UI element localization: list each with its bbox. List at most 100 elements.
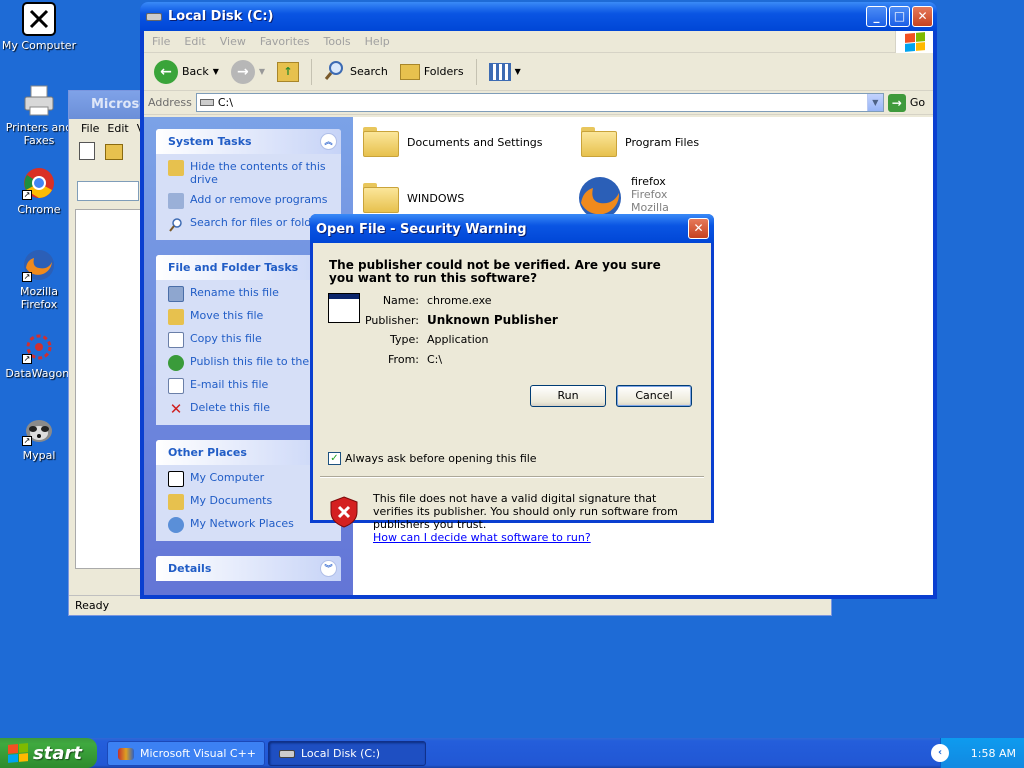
chrome-icon: ↗ xyxy=(22,166,56,200)
menu-help[interactable]: Help xyxy=(365,35,390,48)
panel-title: System Tasks xyxy=(168,135,252,148)
dropdown-arrow-icon: ▼ xyxy=(514,67,521,76)
desktop-icon-chrome[interactable]: ↗ Chrome xyxy=(1,166,77,216)
dialog-title: Open File - Security Warning xyxy=(316,222,527,237)
folder-item[interactable]: Documents and Settings xyxy=(363,127,543,157)
always-ask-checkbox[interactable]: ✓ Always ask before opening this file xyxy=(328,452,537,465)
menu-edit[interactable]: Edit xyxy=(107,122,128,136)
maximize-button[interactable]: □ xyxy=(889,6,910,27)
new-file-icon[interactable] xyxy=(79,142,95,160)
prop-label: Type: xyxy=(390,333,419,347)
desktop-icon-printers[interactable]: Printers and Faxes xyxy=(1,84,77,147)
prop-label: Publisher: xyxy=(364,313,419,327)
place-my-computer[interactable]: My Computer xyxy=(168,471,331,487)
task-rename[interactable]: Rename this file xyxy=(168,286,331,302)
show-hidden-icons-chevron-icon[interactable]: ‹ xyxy=(931,744,949,762)
globe-icon xyxy=(168,355,184,371)
checkbox-check-icon[interactable]: ✓ xyxy=(328,452,341,465)
open-folder-icon[interactable] xyxy=(105,144,123,160)
task-label: E-mail this file xyxy=(190,378,269,391)
drive-icon xyxy=(199,99,214,106)
file-company: Mozilla xyxy=(631,201,669,214)
details-panel: Details ︾ xyxy=(156,556,341,581)
desktop-icon-my-computer[interactable]: My Computer xyxy=(1,2,77,52)
minimize-button[interactable]: _ xyxy=(866,6,887,27)
clock[interactable]: 1:58 AM xyxy=(971,747,1016,760)
close-button[interactable]: ✕ xyxy=(912,6,933,27)
firefox-icon: ↗ xyxy=(22,248,56,282)
place-my-network[interactable]: My Network Places xyxy=(168,517,331,533)
menu-file[interactable]: File xyxy=(152,35,170,48)
cancel-button[interactable]: Cancel xyxy=(616,385,692,407)
prop-row-name: Name: chrome.exe xyxy=(363,291,558,311)
search-button[interactable]: Search xyxy=(320,57,392,86)
task-hide-contents[interactable]: Hide the contents of this drive xyxy=(168,160,331,186)
printer-icon xyxy=(22,84,56,118)
address-input[interactable]: C:\ ▼ xyxy=(195,93,884,112)
folders-button[interactable]: Folders xyxy=(396,62,468,82)
my-computer-icon xyxy=(22,2,56,36)
task-move[interactable]: Move this file xyxy=(168,309,331,325)
windows-logo-icon xyxy=(895,31,933,53)
collapse-chevron-icon[interactable]: ︽ xyxy=(320,133,337,150)
taskbar-item-visual-cpp[interactable]: Microsoft Visual C++ xyxy=(107,741,265,766)
desktop-icon-label: DataWagon. xyxy=(5,367,73,380)
delete-x-icon: ✕ xyxy=(169,400,183,418)
expand-chevron-icon[interactable]: ︾ xyxy=(320,560,337,577)
explorer-titlebar[interactable]: Local Disk (C:) xyxy=(140,2,937,31)
folder-item[interactable]: WINDOWS xyxy=(363,183,464,213)
task-publish[interactable]: Publish this file to the Web xyxy=(168,355,337,371)
menu-favorites[interactable]: Favorites xyxy=(260,35,310,48)
task-add-remove-programs[interactable]: Add or remove programs xyxy=(168,193,331,209)
desktop-icon-label: Mozilla Firefox xyxy=(20,285,58,311)
explorer-menubar: File Edit View Favorites Tools Help xyxy=(144,31,933,53)
go-button[interactable]: → Go xyxy=(887,93,926,112)
menu-tools[interactable]: Tools xyxy=(324,35,351,48)
security-warning-dialog[interactable]: Open File - Security Warning ✕ The publi… xyxy=(310,214,714,544)
dialog-question: The publisher could not be verified. Are… xyxy=(329,258,661,285)
window-title: Local Disk (C:) xyxy=(168,9,274,24)
folder-icon xyxy=(363,183,399,213)
run-button[interactable]: Run xyxy=(530,385,606,407)
my-computer-icon xyxy=(168,471,184,487)
task-email[interactable]: E-mail this file xyxy=(168,378,331,394)
task-copy[interactable]: Copy this file xyxy=(168,332,331,348)
dialog-close-button[interactable]: ✕ xyxy=(688,218,709,239)
panel-title: Other Places xyxy=(168,446,247,459)
windows-flag-icon xyxy=(8,743,28,763)
start-button[interactable]: start xyxy=(0,738,97,768)
folders-label: Folders xyxy=(423,65,464,78)
desktop-icon-mypal[interactable]: ↗ Mypal xyxy=(1,412,77,462)
address-dropdown-button[interactable]: ▼ xyxy=(866,94,883,111)
place-my-documents[interactable]: My Documents xyxy=(168,494,331,510)
task-delete[interactable]: ✕ Delete this file xyxy=(168,401,331,417)
details-header[interactable]: Details ︾ xyxy=(156,556,341,581)
menu-edit[interactable]: Edit xyxy=(184,35,205,48)
back-arrow-icon: ← xyxy=(154,59,178,84)
drive-icon xyxy=(146,12,162,21)
go-label: Go xyxy=(909,96,926,109)
network-places-icon xyxy=(168,517,184,533)
warning-message: This file does not have a valid digital … xyxy=(373,492,678,531)
taskbar-item-local-disk[interactable]: Local Disk (C:) xyxy=(268,741,426,766)
forward-button[interactable]: → ▼ xyxy=(227,58,269,86)
address-bar: Address C:\ ▼ → Go xyxy=(144,91,933,115)
back-button[interactable]: ← Back ▼ xyxy=(150,58,223,86)
toolbar-separator xyxy=(475,58,477,85)
dialog-titlebar[interactable]: Open File - Security Warning xyxy=(310,214,714,243)
menu-file[interactable]: File xyxy=(81,122,99,136)
search-icon xyxy=(168,216,184,232)
menu-view[interactable]: View xyxy=(220,35,246,48)
views-button[interactable]: ▼ xyxy=(485,61,525,83)
visual-cpp-combo[interactable] xyxy=(77,181,139,201)
dropdown-arrow-icon: ▼ xyxy=(212,67,219,76)
desktop-icon-datawagon[interactable]: ↗ DataWagon. xyxy=(1,330,77,380)
desktop-icon-firefox[interactable]: ↗ Mozilla Firefox xyxy=(1,248,77,311)
divider xyxy=(320,476,704,478)
task-search[interactable]: Search for files or folders xyxy=(168,216,331,232)
system-tasks-header[interactable]: System Tasks ︽ xyxy=(156,129,341,154)
folder-item[interactable]: Program Files xyxy=(581,127,699,157)
prop-row-type: Type: Application xyxy=(363,330,558,350)
up-button[interactable]: ↑ xyxy=(273,60,303,84)
help-link[interactable]: How can I decide what software to run? xyxy=(373,531,591,544)
